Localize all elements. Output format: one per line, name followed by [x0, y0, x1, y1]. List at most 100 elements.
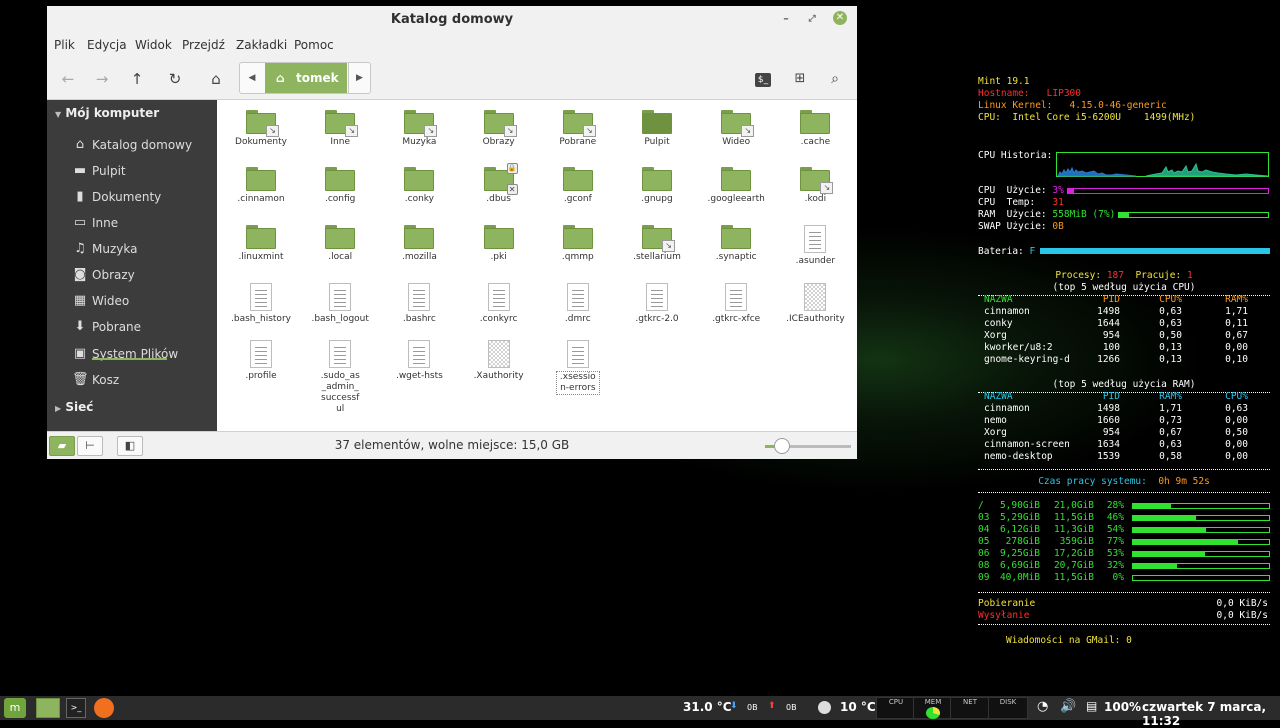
- file-item[interactable]: ↘ Inne: [300, 110, 380, 148]
- menu-help[interactable]: Pomoc: [294, 38, 334, 52]
- volume-icon[interactable]: 🔊: [1060, 699, 1076, 714]
- menu-go[interactable]: Przejdź: [182, 38, 225, 52]
- file-item[interactable]: .Xauthority: [459, 340, 539, 382]
- cpu-temp-value: 31: [1052, 197, 1064, 208]
- menu-view[interactable]: Widok: [135, 38, 172, 52]
- show-places-button[interactable]: ▰: [49, 436, 75, 456]
- file-item[interactable]: .profile: [221, 340, 301, 382]
- path-scroll-right-icon[interactable]: ▶: [348, 63, 370, 93]
- weather-icon[interactable]: [818, 701, 831, 714]
- ram-label: RAM Użycie:: [978, 209, 1047, 220]
- file-item[interactable]: ↘ Dokumenty: [221, 110, 301, 148]
- clock[interactable]: czwartek 7 marca, 11:32: [1142, 700, 1280, 728]
- file-item[interactable]: ↘ .stellarium: [617, 225, 697, 263]
- mem-graph-applet[interactable]: MEM: [913, 697, 953, 719]
- file-item[interactable]: .xsession-errors: [538, 340, 618, 395]
- symlink-arrow-icon: ↘: [741, 125, 755, 137]
- file-item[interactable]: ↘ Muzyka: [379, 110, 459, 148]
- sidebar-item-home[interactable]: ⌂ Katalog domowy: [72, 133, 217, 157]
- file-item[interactable]: .mozilla: [379, 225, 459, 263]
- sidebar-item-pictures[interactable]: ◙ Obrazy: [72, 263, 217, 287]
- wifi-icon[interactable]: ◔: [1037, 699, 1048, 714]
- file-item[interactable]: .bash_history: [221, 283, 301, 325]
- file-item[interactable]: .dmrc: [538, 283, 618, 325]
- up-icon[interactable]: ↑: [126, 68, 148, 90]
- file-item[interactable]: .config: [300, 167, 380, 205]
- file-item[interactable]: .conky: [379, 167, 459, 205]
- firefox-launcher-icon[interactable]: [94, 698, 114, 718]
- file-item[interactable]: .gtkrc-xfce: [696, 283, 776, 325]
- path-scroll-left-icon[interactable]: ◀: [240, 63, 264, 93]
- process-count-row: Procesy: 187 Pracuje: 1: [978, 270, 1270, 282]
- cpu-temp-applet[interactable]: 31.0 °C: [683, 700, 732, 714]
- file-item[interactable]: .gconf: [538, 167, 618, 205]
- file-item[interactable]: .bashrc: [379, 283, 459, 325]
- sidebar-item-music[interactable]: ♫ Muzyka: [72, 237, 217, 261]
- back-icon[interactable]: ←: [57, 68, 79, 90]
- file-item[interactable]: .conkyrc: [459, 283, 539, 325]
- file-item[interactable]: .googleearth: [696, 167, 776, 205]
- file-item[interactable]: .sudo_as_admin_successful: [300, 340, 380, 415]
- file-name: .gtkrc-xfce: [712, 314, 761, 324]
- file-item[interactable]: ↘ Wideo: [696, 110, 776, 148]
- sidebar-item-downloads[interactable]: ⬇ Pobrane: [72, 315, 217, 339]
- file-item[interactable]: .bash_logout: [300, 283, 380, 325]
- path-crumb-home[interactable]: ⌂ tomek: [265, 63, 347, 93]
- battery-icon[interactable]: ▤: [1086, 699, 1097, 713]
- file-item[interactable]: .pki: [459, 225, 539, 263]
- disk-usage-bar: [1132, 539, 1270, 545]
- sidebar-item-other[interactable]: ▭ Inne: [72, 211, 217, 235]
- menu-file[interactable]: Plik: [54, 38, 75, 52]
- battery-percent[interactable]: 100%: [1104, 700, 1141, 714]
- show-treeview-button[interactable]: ⊢: [77, 436, 103, 456]
- search-icon[interactable]: ⌕: [824, 68, 846, 90]
- home-icon[interactable]: ⌂: [205, 68, 227, 90]
- menu-bookmarks[interactable]: Zakładki: [236, 38, 287, 52]
- file-item[interactable]: ↘ .kodi: [775, 167, 855, 205]
- file-item[interactable]: ↘ Pobrane: [538, 110, 618, 148]
- file-item[interactable]: .qmmp: [538, 225, 618, 263]
- sidebar-item-filesystem[interactable]: ▣ System Plików: [72, 342, 217, 366]
- distro-name: Mint 19.1: [978, 76, 1030, 87]
- desktop: { "window": { "title": "Katalog domowy",…: [0, 0, 1280, 728]
- reload-icon[interactable]: ↻: [164, 68, 186, 90]
- forward-icon[interactable]: →: [91, 68, 113, 90]
- file-item[interactable]: .gnupg: [617, 167, 697, 205]
- disk-graph-applet[interactable]: DISK: [988, 697, 1028, 719]
- file-item[interactable]: .wget-hsts: [379, 340, 459, 382]
- file-item[interactable]: .linuxmint: [221, 225, 301, 263]
- menu-edit[interactable]: Edycja: [87, 38, 127, 52]
- cpu-graph-applet[interactable]: CPU: [876, 697, 916, 719]
- terminal-launcher-icon[interactable]: >_: [66, 698, 86, 718]
- text-file-icon: [725, 283, 748, 311]
- file-item[interactable]: 🔒 ✕ .dbus: [459, 163, 539, 205]
- sidebar-item-desktop[interactable]: ▬ Pulpit: [72, 159, 217, 183]
- hide-sidebar-button[interactable]: ◧: [117, 436, 143, 456]
- sidebar-section-network[interactable]: ▶ Sieć: [55, 400, 93, 414]
- maximize-icon[interactable]: ⤢: [804, 11, 820, 27]
- terminal-icon[interactable]: $_: [755, 73, 771, 87]
- minimize-icon[interactable]: –: [778, 11, 794, 27]
- title-bar[interactable]: Katalog domowy – ⤢ ✕: [47, 6, 857, 34]
- file-item[interactable]: .local: [300, 225, 380, 263]
- file-grid: ↘ Dokumenty ↘ Inne ↘ Muzyka ↘ Obrazy ↘ Pobrane Pul…: [217, 100, 857, 431]
- net-graph-applet[interactable]: NET: [950, 697, 990, 719]
- sidebar-item-trash[interactable]: 🗑 Kosz: [72, 368, 217, 392]
- file-item[interactable]: ↘ Obrazy: [459, 110, 539, 148]
- mint-menu-icon[interactable]: m: [4, 698, 26, 718]
- table-cell: 1,71: [1225, 306, 1248, 317]
- file-item[interactable]: .cinnamon: [221, 167, 301, 205]
- new-folder-icon[interactable]: ⊞: [789, 68, 811, 90]
- file-item[interactable]: Pulpit: [617, 110, 697, 148]
- close-icon[interactable]: ✕: [833, 11, 847, 25]
- sidebar-item-video[interactable]: ▦ Wideo: [72, 289, 217, 313]
- sidebar-section-computer[interactable]: ▼ Mój komputer: [55, 106, 159, 120]
- weather-applet[interactable]: 10 °C: [840, 700, 876, 714]
- file-item[interactable]: .synaptic: [696, 225, 776, 263]
- file-item[interactable]: .cache: [775, 110, 855, 148]
- sidebar-item-documents[interactable]: ▮ Dokumenty: [72, 185, 217, 209]
- file-item[interactable]: .asunder: [775, 225, 855, 267]
- file-item[interactable]: .ICEauthority: [775, 283, 855, 325]
- files-launcher-icon[interactable]: [36, 698, 60, 718]
- file-item[interactable]: .gtkrc-2.0: [617, 283, 697, 325]
